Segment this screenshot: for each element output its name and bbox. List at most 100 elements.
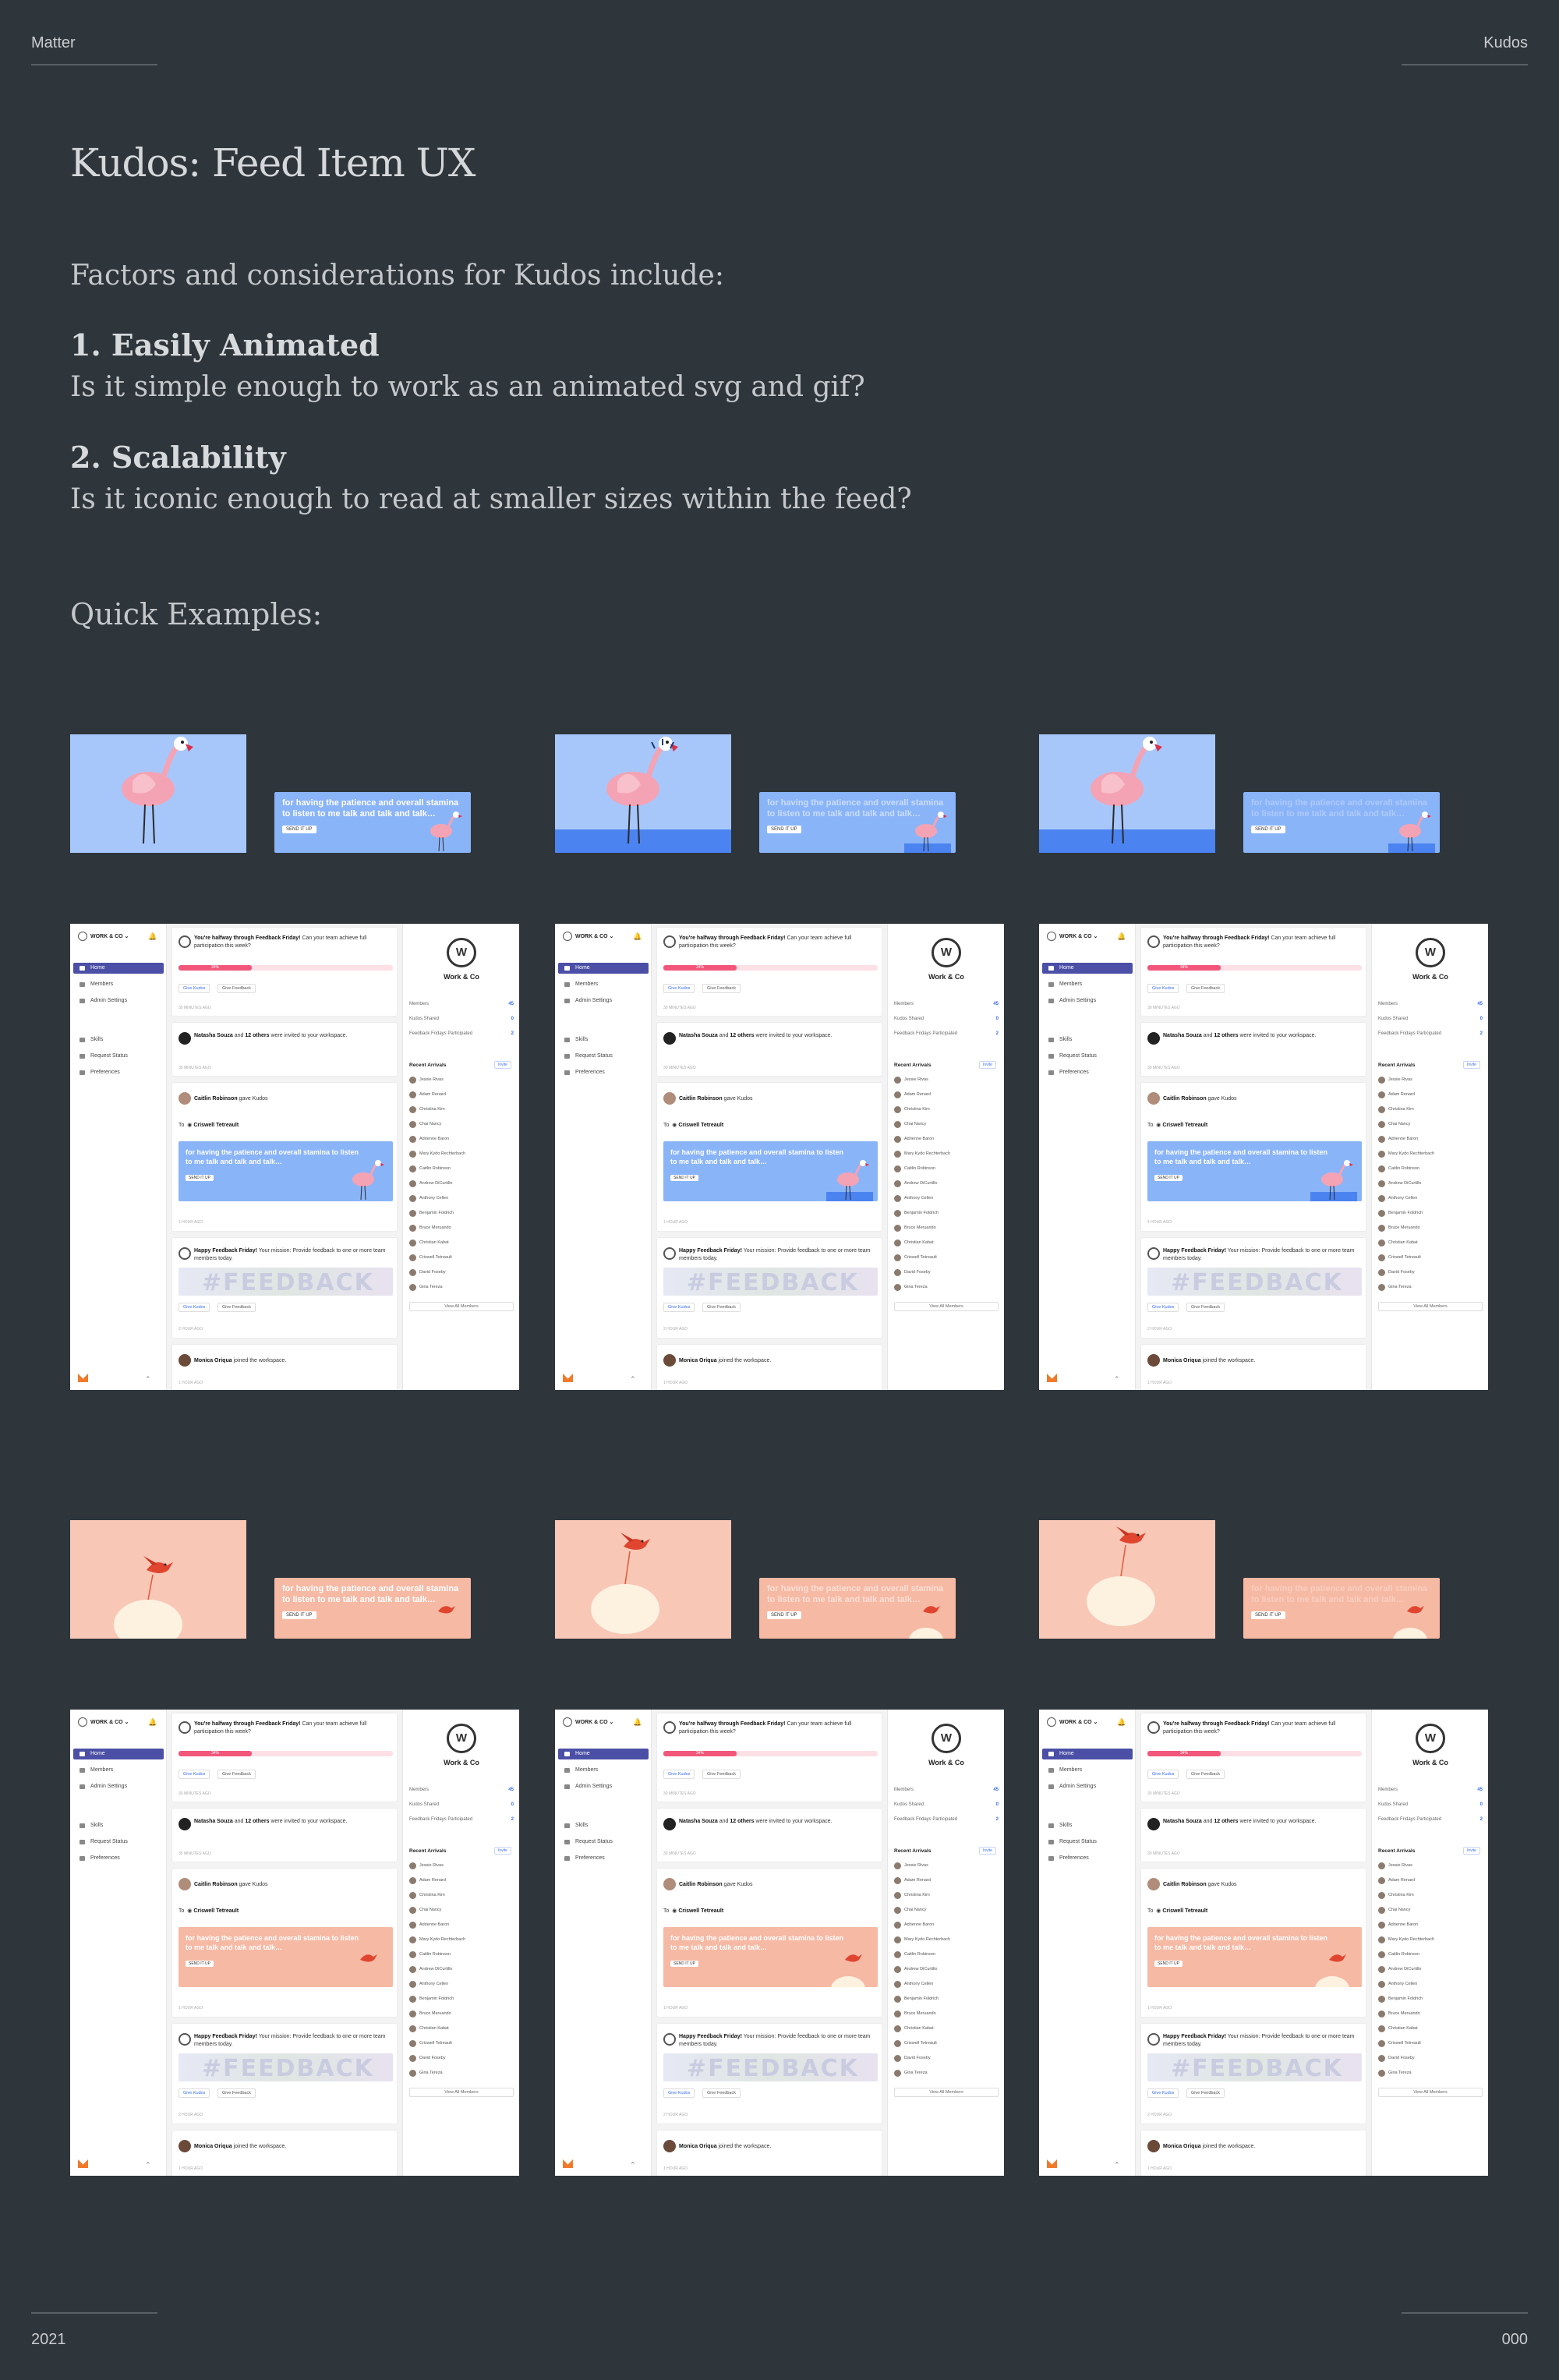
member-list-item[interactable]: Adam Renard (409, 1091, 446, 1098)
send-it-up-button[interactable]: SEND IT UP (282, 826, 316, 833)
chevron-up-icon[interactable]: ⌃ (630, 2161, 636, 2170)
member-list-item[interactable]: Christina Kim (1378, 1105, 1414, 1113)
sidebar-item-request-status[interactable]: Request Status (558, 1051, 649, 1062)
member-list-item[interactable]: Christian Kabat (894, 2025, 934, 2032)
member-list-item[interactable]: Jessie Rivas (894, 1862, 928, 1869)
member-list-item[interactable]: Gina Tereza (1378, 1283, 1412, 1291)
give-kudos-button[interactable]: Give Kudos (1147, 1303, 1179, 1312)
invite-button[interactable]: Invite (979, 1847, 996, 1855)
member-list-item[interactable]: Chai Nancy (894, 1906, 926, 1914)
sidebar-item-preferences[interactable]: Preferences (1042, 1853, 1133, 1864)
member-list-item[interactable]: Jessie Rivas (409, 1076, 444, 1084)
give-kudos-button[interactable]: Give Kudos (1147, 2088, 1179, 2098)
member-list-item[interactable]: Anthony Cellen (1378, 1980, 1417, 1988)
member-list-item[interactable]: Benjamin Foldrich (409, 1209, 454, 1217)
member-list-item[interactable]: Christian Kabat (894, 1239, 934, 1247)
workspace-switcher[interactable]: WORK & CO ⌄ (1047, 1717, 1098, 1727)
send-it-up-button[interactable]: SEND IT UP (767, 1611, 801, 1619)
member-list-item[interactable]: Chai Nancy (409, 1906, 441, 1914)
view-all-members-button[interactable]: View All Members (409, 2088, 514, 2097)
member-list-item[interactable]: Bruce Meruando (409, 1224, 451, 1232)
sidebar-item-members[interactable]: Members (73, 1765, 164, 1776)
chevron-up-icon[interactable]: ⌃ (1114, 2161, 1120, 2170)
member-list-item[interactable]: David Foseby (894, 2054, 931, 2062)
member-list-item[interactable]: Chai Nancy (409, 1120, 441, 1128)
member-list-item[interactable]: David Foseby (1378, 2054, 1415, 2062)
give-feedback-button[interactable]: Give Feedback (217, 1770, 256, 1779)
member-list-item[interactable]: Christian Kabat (1378, 2025, 1418, 2032)
give-feedback-button[interactable]: Give Feedback (1186, 2088, 1225, 2098)
sidebar-item-skills[interactable]: Skills (73, 1820, 164, 1831)
member-list-item[interactable]: Jessie Rivas (1378, 1076, 1412, 1084)
give-kudos-button[interactable]: Give Kudos (179, 2088, 210, 2098)
member-list-item[interactable]: Chai Nancy (894, 1120, 926, 1128)
view-all-members-button[interactable]: View All Members (894, 2088, 999, 2097)
sidebar-item-admin-settings[interactable]: Admin Settings (1042, 1781, 1133, 1792)
invite-button[interactable]: Invite (494, 1847, 511, 1855)
send-it-up-button[interactable]: SEND IT UP (282, 1611, 316, 1619)
sidebar-item-skills[interactable]: Skills (558, 1034, 649, 1045)
give-feedback-button[interactable]: Give Feedback (217, 2088, 256, 2098)
view-all-members-button[interactable]: View All Members (1378, 1302, 1483, 1311)
member-list-item[interactable]: Caitlin Robinson (894, 1950, 935, 1958)
member-list-item[interactable]: Christina Kim (409, 1105, 445, 1113)
workspace-switcher[interactable]: WORK & CO ⌄ (563, 932, 613, 941)
sidebar-item-members[interactable]: Members (1042, 1765, 1133, 1776)
sidebar-item-home[interactable]: Home (558, 963, 649, 974)
bell-icon[interactable]: 🔔 (1117, 932, 1126, 941)
workspace-switcher[interactable]: WORK & CO ⌄ (563, 1717, 613, 1727)
sidebar-item-admin-settings[interactable]: Admin Settings (558, 995, 649, 1006)
send-it-up-button[interactable]: SEND IT UP (1251, 826, 1285, 833)
sidebar-item-members[interactable]: Members (558, 979, 649, 990)
bell-icon[interactable]: 🔔 (633, 932, 642, 941)
member-list-item[interactable]: Adam Renard (894, 1876, 931, 1884)
give-feedback-button[interactable]: Give Feedback (217, 1303, 256, 1312)
member-list-item[interactable]: Caitlin Robinson (409, 1165, 451, 1172)
member-list-item[interactable]: Mary Kydo Rechterbach (409, 1936, 465, 1943)
member-list-item[interactable]: Bruce Meruando (1378, 1224, 1420, 1232)
sidebar-item-home[interactable]: Home (1042, 1749, 1133, 1759)
member-list-item[interactable]: Adam Renard (894, 1091, 931, 1098)
give-feedback-button[interactable]: Give Feedback (217, 984, 256, 993)
give-feedback-button[interactable]: Give Feedback (702, 1770, 741, 1779)
sidebar-item-admin-settings[interactable]: Admin Settings (73, 995, 164, 1006)
member-list-item[interactable]: Benjamin Foldrich (894, 1209, 939, 1217)
give-feedback-button[interactable]: Give Feedback (702, 2088, 741, 2098)
give-kudos-button[interactable]: Give Kudos (1147, 984, 1179, 993)
member-list-item[interactable]: Christian Kabat (1378, 1239, 1418, 1247)
give-kudos-button[interactable]: Give Kudos (179, 1303, 210, 1312)
member-list-item[interactable]: Christian Kabat (409, 1239, 449, 1247)
member-list-item[interactable]: Jessie Rivas (894, 1076, 928, 1084)
member-list-item[interactable]: David Foseby (894, 1268, 931, 1276)
sidebar-item-home[interactable]: Home (558, 1749, 649, 1759)
member-list-item[interactable]: Mary Kydo Rechterbach (894, 1936, 950, 1943)
sidebar-item-preferences[interactable]: Preferences (73, 1067, 164, 1078)
bell-icon[interactable]: 🔔 (1117, 1718, 1126, 1727)
member-list-item[interactable]: Bruce Meruando (894, 2010, 936, 2018)
member-list-item[interactable]: Gina Tereza (894, 1283, 928, 1291)
give-feedback-button[interactable]: Give Feedback (702, 1303, 741, 1312)
member-list-item[interactable]: Adrienne Baron (894, 1921, 934, 1929)
member-list-item[interactable]: Andrew DiCurtillo (1378, 1965, 1422, 1973)
member-list-item[interactable]: Adrienne Baron (409, 1921, 449, 1929)
invite-button[interactable]: Invite (1463, 1061, 1480, 1069)
member-list-item[interactable]: Anthony Cellen (409, 1980, 448, 1988)
sidebar-item-skills[interactable]: Skills (558, 1820, 649, 1831)
give-kudos-button[interactable]: Give Kudos (663, 1303, 695, 1312)
sidebar-item-preferences[interactable]: Preferences (558, 1067, 649, 1078)
sidebar-item-request-status[interactable]: Request Status (73, 1837, 164, 1848)
member-list-item[interactable]: Anthony Cellen (409, 1194, 448, 1202)
sidebar-item-admin-settings[interactable]: Admin Settings (1042, 995, 1133, 1006)
member-list-item[interactable]: Caitlin Robinson (1378, 1950, 1419, 1958)
give-feedback-button[interactable]: Give Feedback (1186, 984, 1225, 993)
bell-icon[interactable]: 🔔 (633, 1718, 642, 1727)
invite-button[interactable]: Invite (979, 1061, 996, 1069)
sidebar-item-skills[interactable]: Skills (1042, 1034, 1133, 1045)
sidebar-item-request-status[interactable]: Request Status (558, 1837, 649, 1848)
member-list-item[interactable]: Anthony Cellen (894, 1980, 933, 1988)
member-list-item[interactable]: Mary Kydo Rechterbach (409, 1150, 465, 1158)
member-list-item[interactable]: Gina Tereza (409, 1283, 443, 1291)
member-list-item[interactable]: Christina Kim (894, 1891, 930, 1899)
member-list-item[interactable]: Criswell Tetreault (409, 2039, 452, 2047)
bell-icon[interactable]: 🔔 (148, 1718, 157, 1727)
